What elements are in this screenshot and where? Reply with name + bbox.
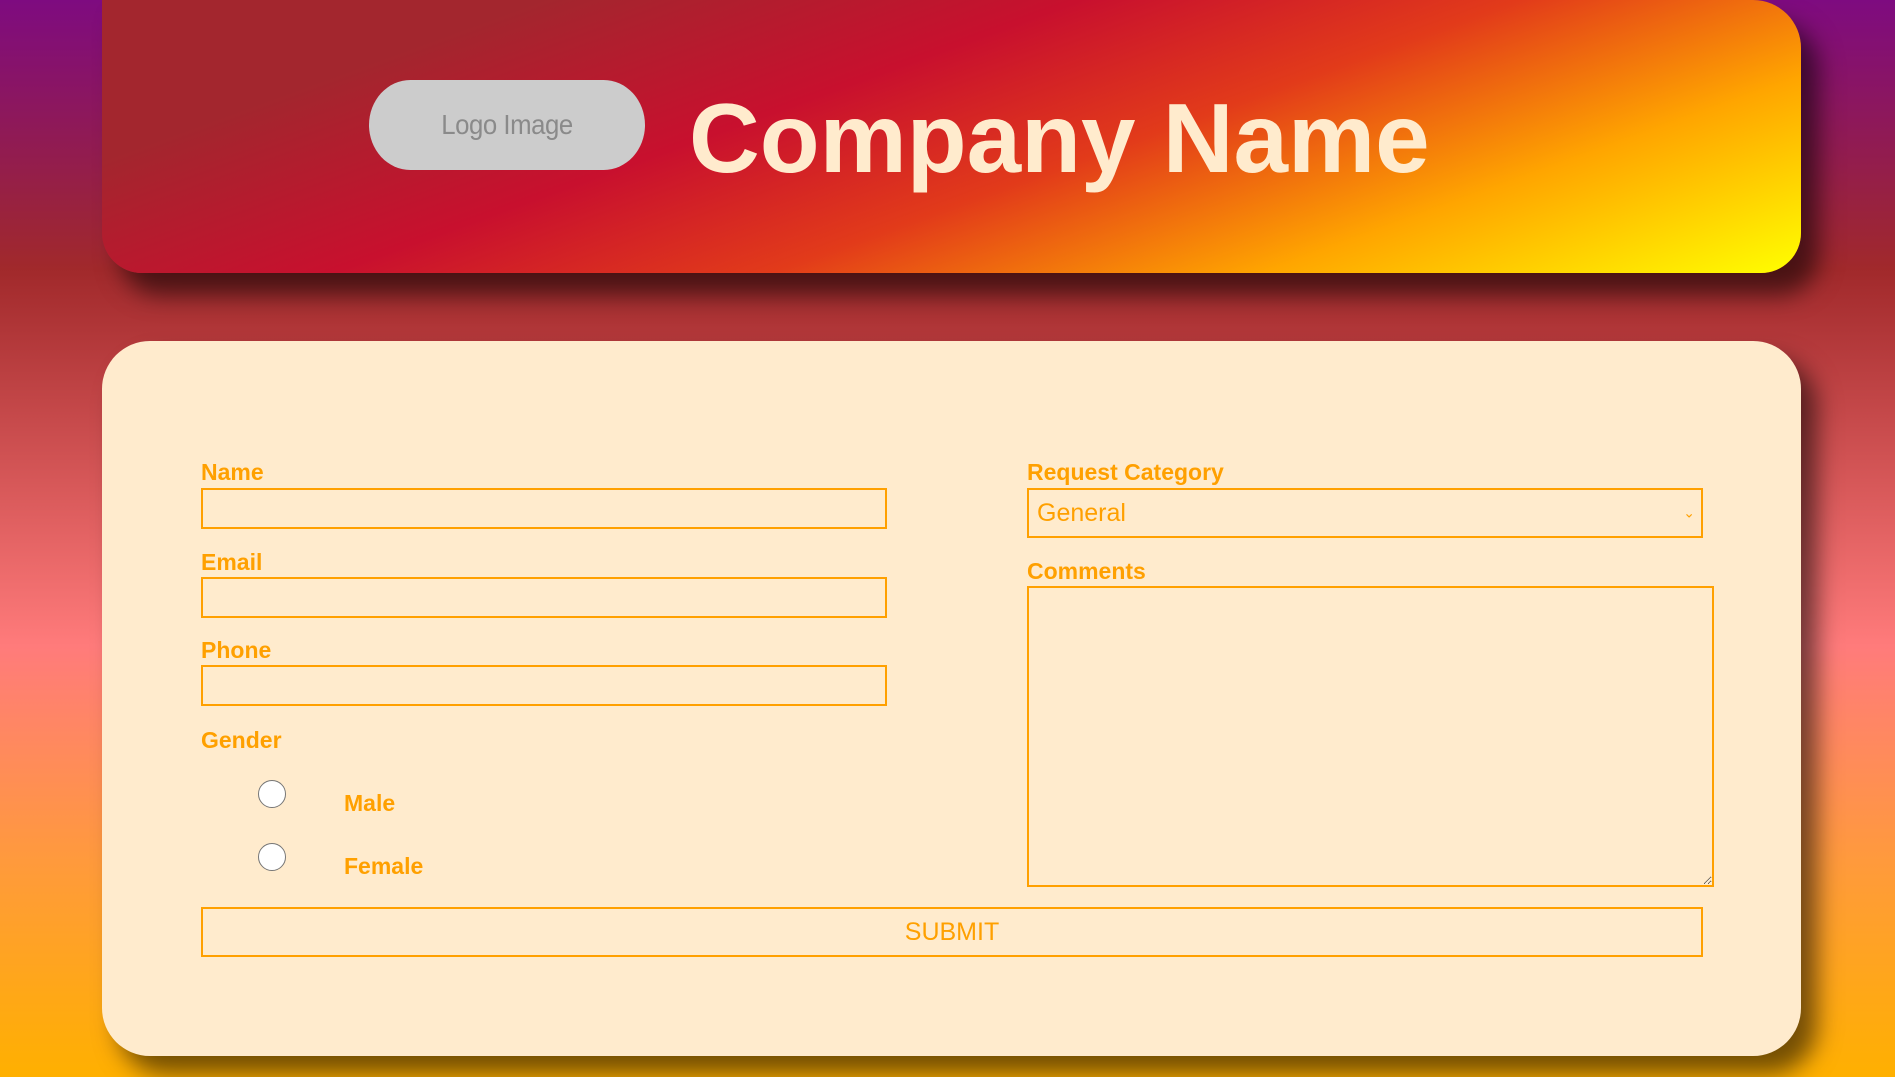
logo-text: Logo Image [441,109,573,140]
submit-button-label: SUBMIT [904,917,1000,946]
name-input[interactable] [201,488,887,529]
gender-female-radio[interactable] [258,843,286,871]
request-category-selected: General [1037,498,1126,527]
request-category-label: Request Category [1027,459,1224,485]
gender-label: Gender [201,727,282,753]
gender-female-label: Female [344,853,424,879]
request-category-select[interactable]: General ⌄ [1027,488,1703,538]
phone-input[interactable] [201,665,887,706]
email-input[interactable] [201,577,887,618]
name-label: Name [201,459,264,485]
phone-label: Phone [201,637,272,663]
logo-image: Logo Image [369,80,645,170]
gender-male-label: Male [344,790,396,816]
gender-male-radio[interactable] [258,780,286,808]
submit-button[interactable]: SUBMIT [201,907,1703,957]
comments-textarea[interactable] [1027,586,1714,887]
comments-label: Comments [1027,558,1146,584]
contact-form-panel: Name Email Phone Gender Male Female Requ… [102,341,1801,1056]
company-name: Company Name [689,83,1430,193]
chevron-down-icon: ⌄ [1683,504,1695,521]
email-label: Email [201,549,263,575]
